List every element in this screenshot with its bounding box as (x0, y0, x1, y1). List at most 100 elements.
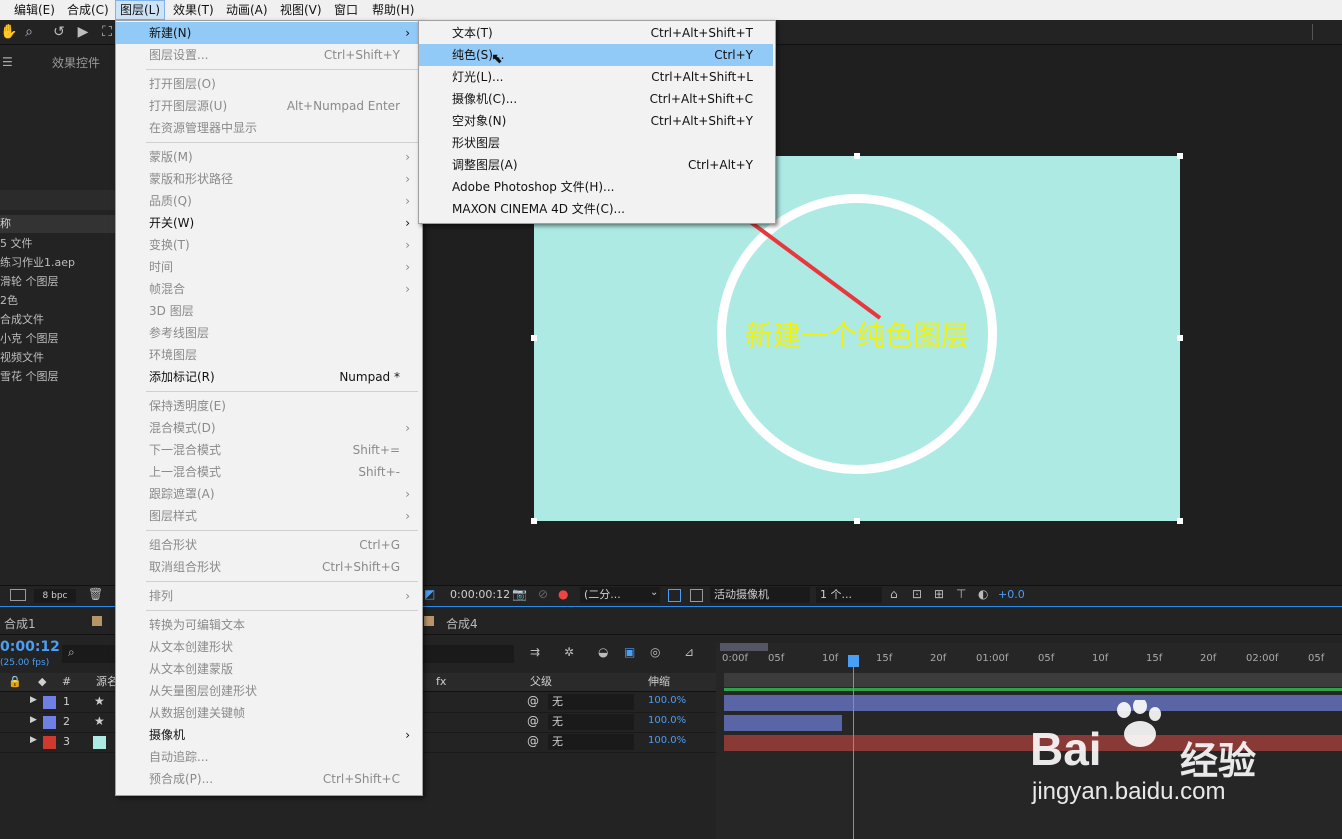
layer-menu-item[interactable]: 打开图层源(U) Alt+Numpad Enter (116, 95, 420, 117)
layer-menu-item[interactable]: 参考线图层 (116, 322, 420, 344)
show-snapshot-icon[interactable]: ⊘ (538, 587, 548, 601)
frame-blending-icon[interactable]: ▣ (624, 645, 635, 659)
column-stretch[interactable]: 伸缩 (648, 673, 670, 691)
pickwhip-icon[interactable]: @ (527, 734, 539, 748)
trash-icon[interactable]: 🗑 (88, 587, 103, 601)
playhead[interactable] (848, 655, 859, 667)
layer-menu-item[interactable]: 图层样式 › (116, 505, 420, 527)
stretch-value[interactable]: 100.0% (648, 735, 686, 746)
parent-select[interactable]: 无 (548, 694, 634, 710)
layer-menu-item[interactable]: 转换为可编辑文本 (116, 614, 420, 636)
shy-icon[interactable]: ◒ (598, 645, 608, 659)
layer-menu-item[interactable]: 品质(Q) › (116, 190, 420, 212)
channel-icon[interactable]: ● (558, 587, 568, 601)
watermark-brand: Bai (1030, 723, 1102, 775)
ruler-label: 20f (930, 653, 947, 664)
layer-menu-item[interactable]: 排列 › (116, 585, 420, 607)
layer-menu-item[interactable]: 摄像机 › (116, 724, 420, 746)
new-submenu-item[interactable]: MAXON CINEMA 4D 文件(C)... (419, 198, 773, 220)
new-submenu-item[interactable]: 调整图层(A) Ctrl+Alt+Y (419, 154, 773, 176)
region-icon[interactable]: ◩ (424, 587, 435, 601)
layer-menu-item[interactable]: 取消组合形状 Ctrl+Shift+G (116, 556, 420, 578)
resolution-select[interactable]: (二分... (580, 587, 660, 603)
graph-editor-icon[interactable]: ⊿ (684, 645, 694, 659)
pickwhip-icon[interactable]: @ (527, 694, 539, 708)
layer-menu-item[interactable]: 变换(T) › (116, 234, 420, 256)
layer-menu-item[interactable]: 蒙版和形状路径 › (116, 168, 420, 190)
layer-bar-2[interactable] (724, 715, 842, 731)
exposure-value[interactable]: +0.0 (998, 588, 1025, 601)
new-submenu-item[interactable]: 灯光(L)... Ctrl+Alt+Shift+L (419, 66, 773, 88)
layer-menu-item[interactable]: 预合成(P)... Ctrl+Shift+C (116, 768, 420, 790)
layer-menu-item[interactable]: 保持透明度(E) (116, 395, 420, 417)
tab-comp4[interactable]: 合成4 (446, 615, 478, 632)
expand-icon[interactable]: ▶ (30, 735, 37, 745)
3d-view-icon[interactable]: ⊞ (934, 587, 944, 601)
layer-number: 1 (63, 695, 70, 708)
fast-preview-icon[interactable] (668, 589, 681, 602)
bpc-toggle[interactable]: 8 bpc (34, 589, 76, 603)
layer-menu-item[interactable]: 蒙版(M) › (116, 146, 420, 168)
parent-select[interactable]: 无 (548, 734, 634, 750)
stretch-value[interactable]: 100.0% (648, 695, 686, 706)
viewer-timecode[interactable]: 0:00:00:12 (450, 588, 510, 601)
layer-menu-item[interactable]: 混合模式(D) › (116, 417, 420, 439)
menu-item-label: 蒙版(M) (149, 150, 193, 164)
star-icon: ★ (94, 694, 105, 708)
stretch-value[interactable]: 100.0% (648, 715, 686, 726)
draft-3d-icon[interactable]: ✲ (564, 645, 574, 659)
layer-menu-item[interactable]: 跟踪遮罩(A) › (116, 483, 420, 505)
transparency-grid-icon[interactable] (690, 589, 703, 602)
view-layout-select[interactable]: 1 个... (816, 587, 882, 603)
exposure-icon[interactable]: ◐ (978, 587, 988, 601)
comp-mini-flowchart-icon[interactable]: ⇉ (530, 645, 540, 659)
expand-icon[interactable]: ▶ (30, 715, 37, 725)
column-parent[interactable]: 父级 (530, 673, 552, 691)
new-submenu-item[interactable]: 摄像机(C)... Ctrl+Alt+Shift+C (419, 88, 773, 110)
toggle-pixel-icon[interactable]: ⌂ (890, 587, 898, 601)
layer-color[interactable] (43, 736, 56, 749)
flowchart-icon[interactable]: ⊤ (956, 587, 966, 601)
layer-menu-item[interactable]: 开关(W) › (116, 212, 420, 234)
menu-item-label: 图层设置... (149, 48, 209, 62)
tab-comp1[interactable]: 合成1 (4, 615, 36, 632)
time-ruler[interactable]: 0:00f 05f 10f 15f 20f 01:00f 05f 10f 15f… (716, 653, 1342, 671)
camera-select[interactable]: 活动摄像机 (710, 587, 810, 603)
layer-menu-item[interactable]: 新建(N) › (116, 22, 420, 44)
layer-menu-item[interactable]: 在资源管理器中显示 (116, 117, 420, 139)
layer-menu-item[interactable]: 从矢量图层创建形状 (116, 680, 420, 702)
menu-item-label: 排列 (149, 589, 174, 603)
expand-icon[interactable]: ▶ (30, 695, 37, 705)
layer-menu-item[interactable]: 添加标记(R) Numpad * (116, 366, 420, 388)
menu-item-label: 3D 图层 (149, 304, 194, 318)
layer-menu-item[interactable]: 帧混合 › (116, 278, 420, 300)
new-submenu-item[interactable]: 形状图层 (419, 132, 773, 154)
camera-snapshot-icon[interactable]: 📷 (512, 587, 527, 601)
time-navigator[interactable] (724, 673, 1342, 687)
layer-menu-item[interactable]: 上一混合模式 Shift+- (116, 461, 420, 483)
layer-color[interactable] (43, 696, 56, 709)
work-area-bar[interactable] (720, 643, 768, 651)
layer-menu-item[interactable]: 打开图层(O) (116, 73, 420, 95)
layer-menu-item[interactable]: 时间 › (116, 256, 420, 278)
layer-menu-item[interactable]: 从文本创建蒙版 (116, 658, 420, 680)
motion-blur-icon[interactable]: ◎ (650, 645, 660, 659)
layer-menu-item[interactable]: 图层设置... Ctrl+Shift+Y (116, 44, 420, 66)
pickwhip-icon[interactable]: @ (527, 714, 539, 728)
layer-menu-item[interactable]: 从文本创建形状 (116, 636, 420, 658)
snapshot-icon[interactable] (10, 589, 26, 601)
reset-exposure-icon[interactable]: ⊡ (912, 587, 922, 601)
new-submenu-item[interactable]: Adobe Photoshop 文件(H)... (419, 176, 773, 198)
layer-menu-item[interactable]: 3D 图层 (116, 300, 420, 322)
new-submenu-item[interactable]: 文本(T) Ctrl+Alt+Shift+T (419, 22, 773, 44)
new-submenu-item[interactable]: 空对象(N) Ctrl+Alt+Shift+Y (419, 110, 773, 132)
layer-menu-item[interactable]: 自动追踪... (116, 746, 420, 768)
layer-menu-item[interactable]: 从数据创建关键帧 (116, 702, 420, 724)
layer-menu-item[interactable]: 环境图层 (116, 344, 420, 366)
new-submenu-item[interactable]: 纯色(S)... Ctrl+Y (419, 44, 773, 66)
layer-menu-item[interactable]: 下一混合模式 Shift+= (116, 439, 420, 461)
layer-color[interactable] (43, 716, 56, 729)
current-timecode[interactable]: 0:00:12 (0, 639, 60, 655)
layer-menu-item[interactable]: 组合形状 Ctrl+G (116, 534, 420, 556)
parent-select[interactable]: 无 (548, 714, 634, 730)
